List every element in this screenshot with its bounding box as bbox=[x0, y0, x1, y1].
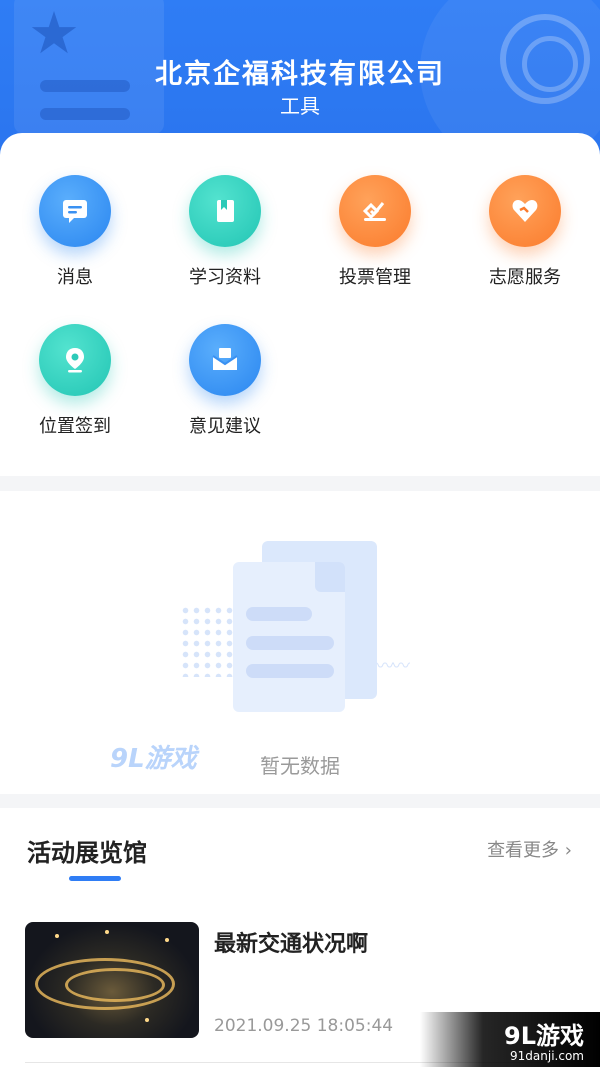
thumbnail-detail bbox=[105, 930, 109, 934]
menu-label: 意见建议 bbox=[189, 416, 261, 437]
article-timestamp: 2021.09.25 18:05:44 bbox=[214, 1016, 394, 1036]
document-line bbox=[246, 636, 334, 650]
document-fold bbox=[315, 562, 345, 592]
heart-handshake-icon bbox=[489, 175, 561, 247]
menu-label: 志愿服务 bbox=[489, 267, 561, 288]
company-title: 北京企福科技有限公司 bbox=[155, 59, 445, 90]
zigzag-decoration: 〰〰 bbox=[376, 656, 410, 677]
section-title-underline bbox=[69, 876, 121, 881]
menu-label: 位置签到 bbox=[39, 416, 111, 437]
menu-item-suggestions[interactable]: 意见建议 bbox=[150, 324, 300, 438]
chevron-right-icon: › bbox=[564, 840, 572, 861]
menu-item-vote-management[interactable]: 投票管理 bbox=[300, 175, 450, 289]
thumbnail-detail bbox=[145, 1018, 149, 1022]
thumbnail-detail bbox=[65, 968, 165, 1002]
watermark-badge: 9L游戏 91danji.com bbox=[420, 1012, 600, 1067]
watermark-site: 91danji.com bbox=[510, 1049, 584, 1063]
document-line bbox=[246, 607, 312, 621]
menu-label: 学习资料 bbox=[189, 267, 261, 288]
dots-decoration bbox=[180, 605, 236, 677]
menu-item-study-materials[interactable]: 学习资料 bbox=[150, 175, 300, 289]
menu-item-message[interactable]: 消息 bbox=[0, 175, 150, 289]
menu-item-volunteer-service[interactable]: 志愿服务 bbox=[450, 175, 600, 289]
watermark-logo: 9L游戏 bbox=[504, 1022, 584, 1050]
document-line bbox=[246, 664, 334, 678]
menu-label: 消息 bbox=[57, 267, 93, 288]
view-more-link[interactable]: 查看更多 › bbox=[487, 836, 572, 862]
section-title: 活动展览馆 bbox=[27, 839, 147, 867]
view-more-label: 查看更多 bbox=[487, 840, 560, 861]
article-thumbnail[interactable] bbox=[25, 922, 199, 1038]
menu-label: 投票管理 bbox=[339, 267, 411, 288]
location-pin-icon bbox=[39, 324, 111, 396]
article-title[interactable]: 最新交通状况啊 bbox=[214, 926, 368, 958]
page-subtitle: 工具 bbox=[280, 94, 320, 118]
menu-item-location-checkin[interactable]: 位置签到 bbox=[0, 324, 150, 438]
mail-icon bbox=[189, 324, 261, 396]
message-icon bbox=[39, 175, 111, 247]
thumbnail-detail bbox=[165, 938, 169, 942]
thumbnail-detail bbox=[55, 934, 59, 938]
book-icon bbox=[189, 175, 261, 247]
empty-state-text: 暂无数据 bbox=[260, 754, 340, 778]
vote-icon bbox=[339, 175, 411, 247]
